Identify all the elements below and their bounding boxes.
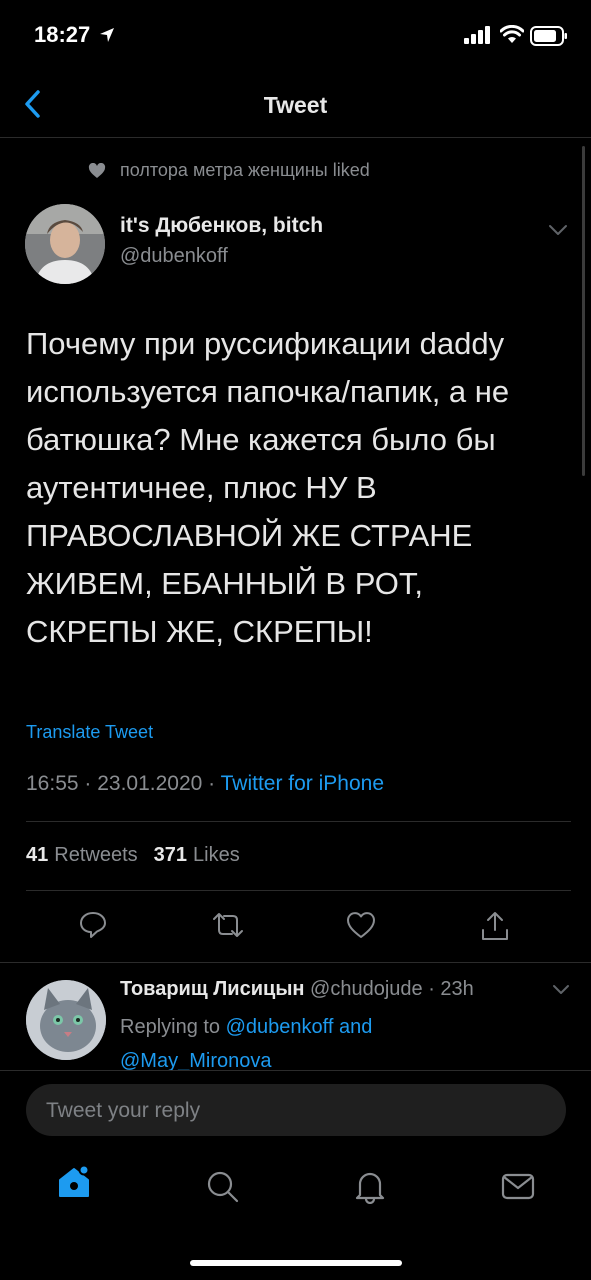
- reply-handle-time[interactable]: @chudojude · 23h: [304, 978, 474, 1000]
- notifications-icon[interactable]: [352, 1168, 388, 1204]
- replying-to: Replying to @dubenkoff and @May_Mironova: [120, 1010, 560, 1078]
- like-heart-icon[interactable]: [345, 910, 377, 940]
- location-arrow-icon: [100, 28, 114, 42]
- chevron-down-icon[interactable]: [552, 984, 570, 995]
- tweet-actions: [0, 910, 591, 950]
- tweet-stats: 41 Retweets 371 Likes: [26, 844, 240, 867]
- reply-header: Товарищ Лисицын @chudojude · 23h: [120, 978, 474, 1001]
- status-time: 18:27: [34, 22, 91, 47]
- author-name[interactable]: it's Дюбенков, bitch: [120, 214, 323, 238]
- status-bar: 18:27: [0, 0, 591, 72]
- messages-icon[interactable]: [500, 1168, 536, 1204]
- mention-link[interactable]: @May_Mironova: [120, 1050, 271, 1072]
- liked-by-text: полтора метра женщины liked: [120, 160, 370, 180]
- likes-count[interactable]: 371: [154, 844, 187, 867]
- chevron-down-icon[interactable]: [548, 224, 568, 236]
- author-handle[interactable]: @dubenkoff: [120, 245, 228, 268]
- social-context: полтора метра женщины liked: [88, 160, 370, 181]
- search-icon[interactable]: [204, 1168, 240, 1204]
- wifi-icon: [500, 25, 524, 43]
- share-icon[interactable]: [479, 910, 511, 942]
- reply-author-name[interactable]: Товарищ Лисицын: [120, 978, 304, 1000]
- reply-compose-input[interactable]: Tweet your reply: [26, 1084, 566, 1136]
- translate-tweet-link[interactable]: Translate Tweet: [26, 722, 153, 743]
- avatar[interactable]: [25, 204, 105, 284]
- divider: [26, 890, 571, 891]
- tweet-text: Почему при руссификации daddy использует…: [26, 326, 510, 649]
- and-word: and: [333, 1016, 373, 1038]
- tweet-source-link[interactable]: Twitter for iPhone: [221, 772, 384, 795]
- divider: [26, 821, 571, 822]
- avatar-photo: [25, 204, 105, 284]
- reply-icon[interactable]: [78, 910, 108, 940]
- divider: [0, 962, 591, 963]
- heart-icon: [88, 162, 106, 178]
- battery-icon: [530, 26, 567, 46]
- home-icon[interactable]: [56, 1164, 92, 1200]
- tweet-timestamp: 16:55 · 23.01.2020 ·: [26, 772, 221, 795]
- retweet-icon[interactable]: [211, 910, 245, 940]
- tweet-metadata: 16:55 · 23.01.2020 · Twitter for iPhone: [26, 772, 384, 796]
- replying-prefix: Replying to: [120, 1016, 226, 1038]
- navigation-bar: Tweet: [0, 72, 591, 138]
- likes-label[interactable]: Likes: [193, 844, 240, 867]
- reply-avatar-photo: [26, 980, 106, 1060]
- retweets-label[interactable]: Retweets: [54, 844, 137, 867]
- page-title: Tweet: [263, 92, 328, 118]
- cellular-signal-icon: [464, 26, 490, 44]
- mention-link[interactable]: @dubenkoff: [226, 1016, 334, 1038]
- home-indicator[interactable]: [190, 1260, 402, 1266]
- retweets-count[interactable]: 41: [26, 844, 48, 867]
- reply-avatar[interactable]: [26, 980, 106, 1060]
- scrollbar[interactable]: [582, 146, 585, 476]
- compose-placeholder: Tweet your reply: [46, 1099, 201, 1122]
